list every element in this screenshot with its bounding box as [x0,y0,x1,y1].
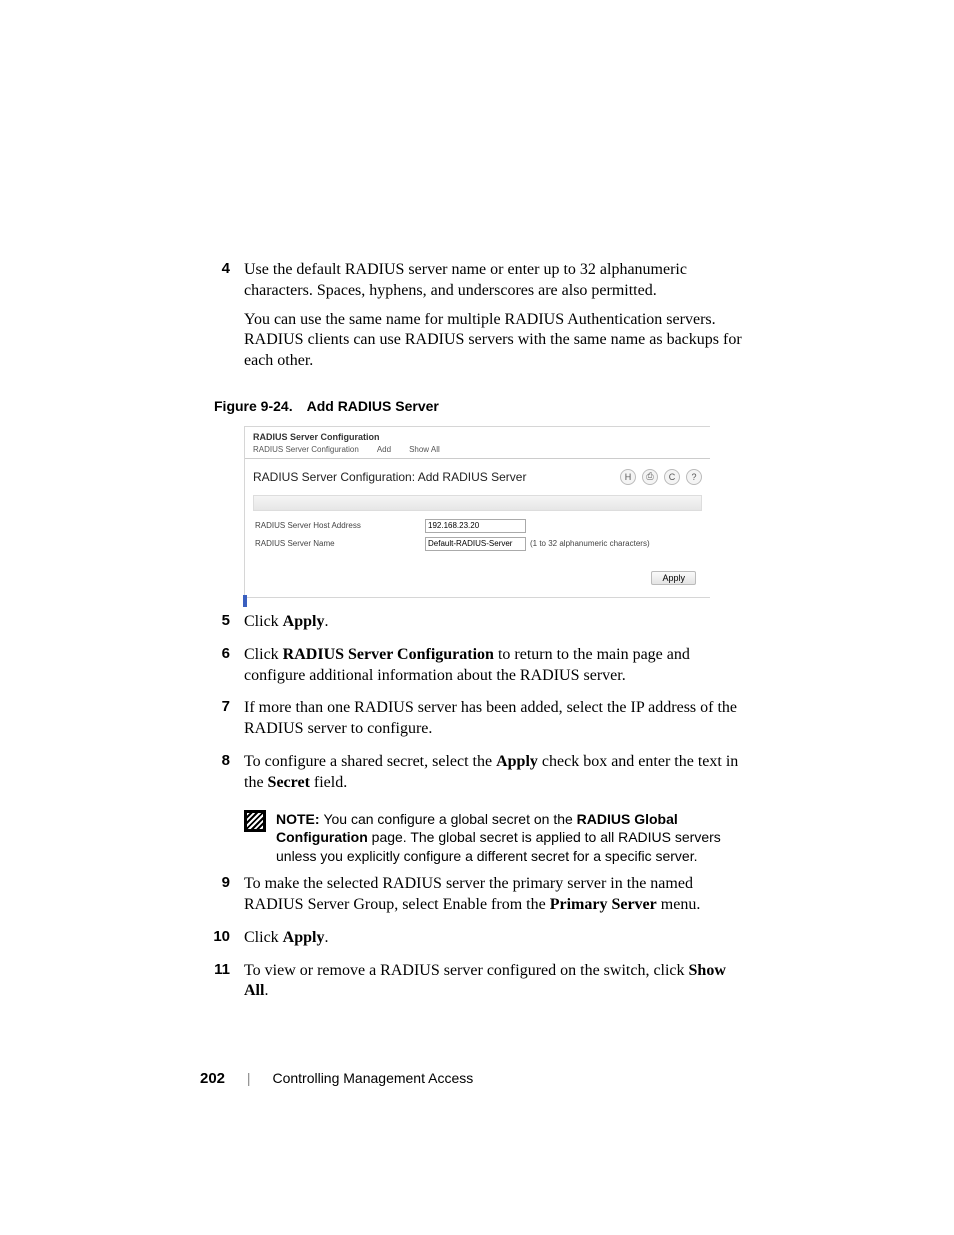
screenshot-add-radius-server: RADIUS Server Configuration RADIUS Serve… [244,426,710,598]
input-server-name[interactable] [425,537,526,551]
step-8-text: To configure a shared secret, select the… [244,752,749,794]
shot-header: RADIUS Server Configuration [245,427,710,442]
step-9-text: To make the selected RADIUS server the p… [244,874,749,916]
page-number: 202 [200,1070,225,1087]
apply-button[interactable]: Apply [651,571,696,585]
print-icon[interactable]: ⎙ [642,469,658,485]
step-num-11: 11 [200,961,244,1011]
step-10-text: Click Apply. [244,928,749,949]
figure-number: Figure 9-24. [214,398,293,414]
chapter-title: Controlling Management Access [272,1070,473,1086]
step-4-para-2: You can use the same name for multiple R… [244,310,749,372]
field-label-server-name: RADIUS Server Name [255,539,425,548]
help-icon[interactable]: ? [686,469,702,485]
step-5-text: Click Apply. [244,612,749,633]
text-cursor-icon [243,595,247,607]
page-footer: 202 | Controlling Management Access [200,1070,473,1087]
step-num-7: 7 [200,698,244,748]
footer-separator: | [247,1070,251,1086]
step-4-para-1: Use the default RADIUS server name or en… [244,260,749,302]
field-hint-server-name: (1 to 32 alphanumeric characters) [530,539,650,548]
step-num-10: 10 [200,928,244,957]
shot-page-title: RADIUS Server Configuration: Add RADIUS … [253,470,526,484]
shot-section-bar [253,495,702,511]
refresh-icon[interactable]: C [664,469,680,485]
note-text: NOTE: You can configure a global secret … [276,810,749,867]
step-num-8: 8 [200,752,244,802]
shot-tabs: RADIUS Server Configuration Add Show All [245,442,710,459]
tab-show-all[interactable]: Show All [409,445,440,454]
step-6-text: Click RADIUS Server Configuration to ret… [244,645,749,687]
step-num-5: 5 [200,612,244,641]
step-11-text: To view or remove a RADIUS server config… [244,961,749,1003]
field-label-host-address: RADIUS Server Host Address [255,521,425,530]
tab-add[interactable]: Add [377,445,391,454]
step-num-4: 4 [200,260,244,380]
input-host-address[interactable] [425,519,526,533]
tab-radius-server-configuration[interactable]: RADIUS Server Configuration [253,445,359,454]
step-num-6: 6 [200,645,244,695]
save-icon[interactable]: H [620,469,636,485]
step-num-9: 9 [200,874,244,924]
figure-caption: Figure 9-24. Add RADIUS Server [214,398,749,414]
note-icon [244,810,266,832]
step-7-text: If more than one RADIUS server has been … [244,698,749,740]
figure-title: Add RADIUS Server [307,398,439,414]
note-block: NOTE: You can configure a global secret … [244,810,749,867]
